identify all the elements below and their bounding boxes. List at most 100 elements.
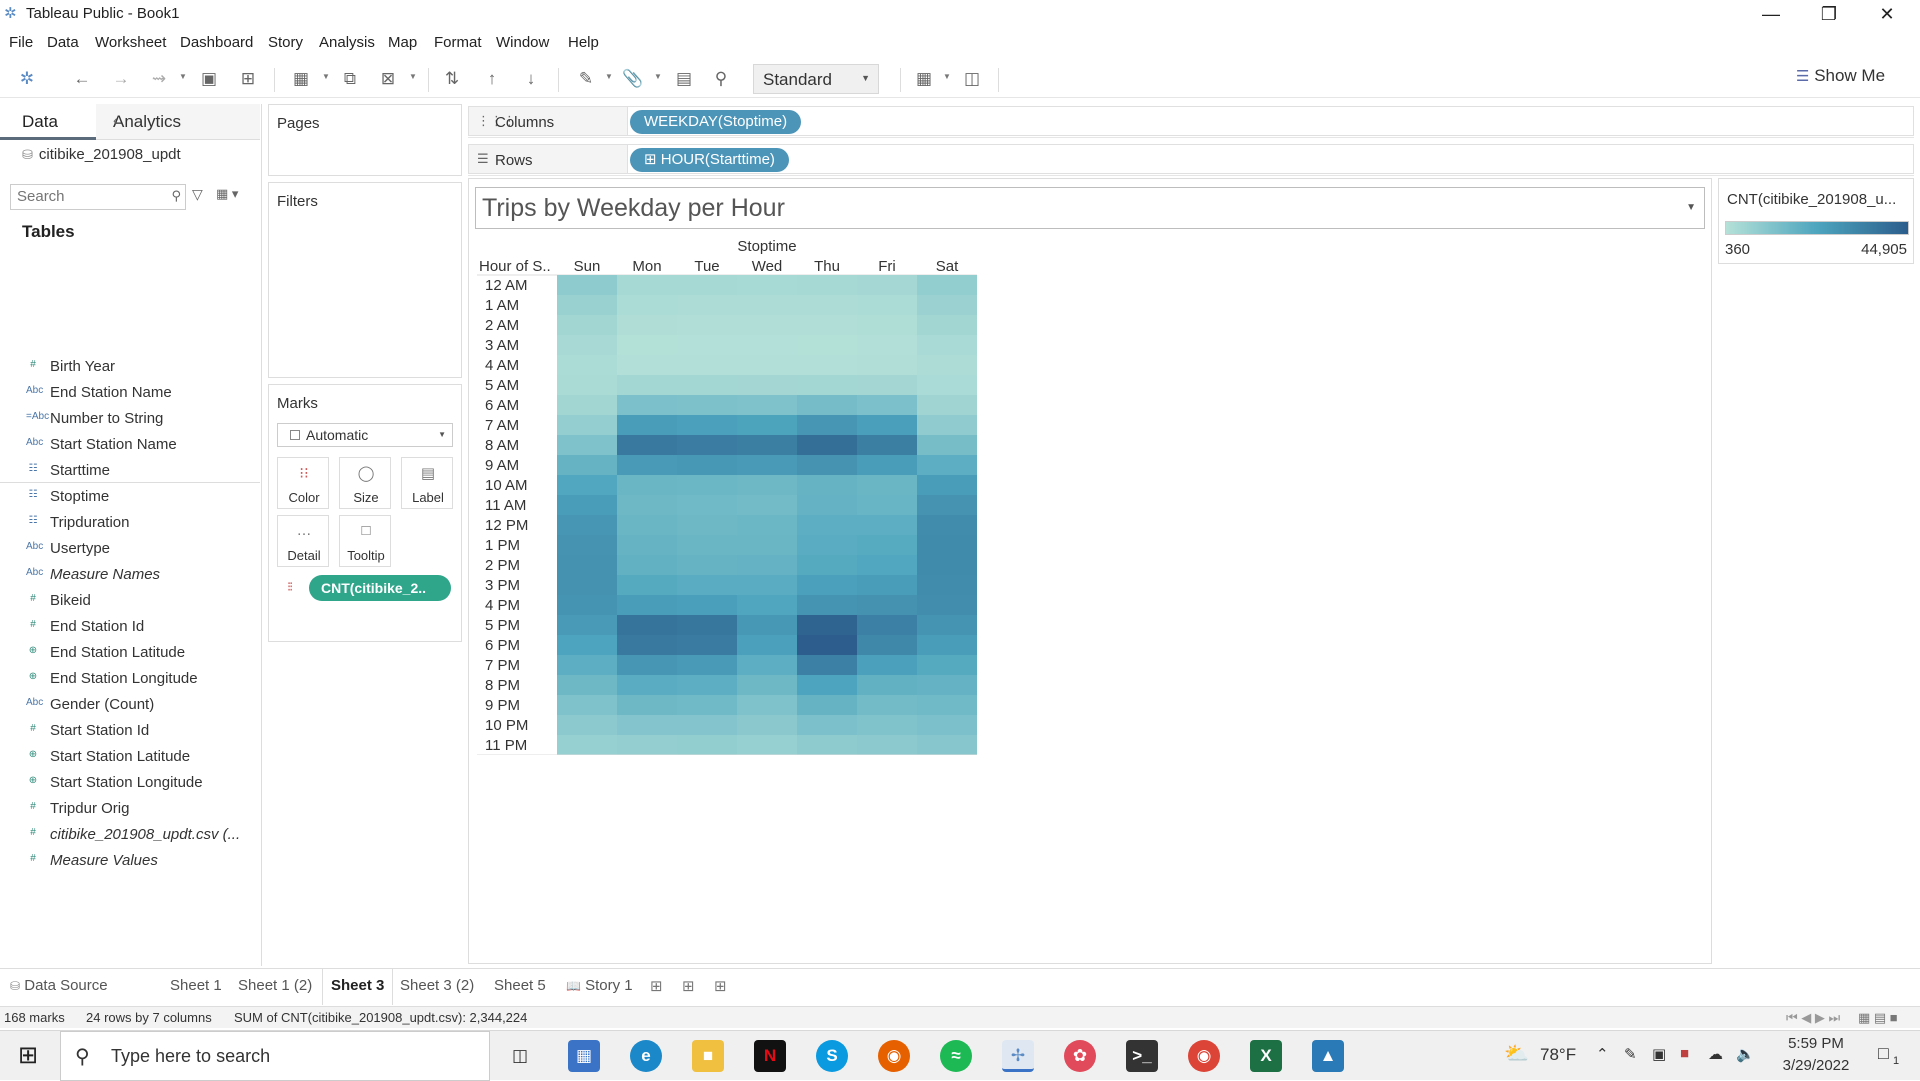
- heatmap-cell[interactable]: [737, 455, 797, 475]
- field-item[interactable]: ☷ Tripduration: [0, 510, 260, 536]
- menu-map[interactable]: Map: [388, 34, 417, 51]
- heatmap-cell[interactable]: [737, 715, 797, 735]
- heatmap-cell[interactable]: [797, 475, 857, 495]
- heatmap-cell[interactable]: [857, 555, 917, 575]
- field-item[interactable]: ⊕ End Station Latitude: [0, 640, 260, 666]
- edge-browser-icon[interactable]: e: [630, 1040, 662, 1072]
- heatmap-cell[interactable]: [917, 435, 977, 455]
- heatmap-cell[interactable]: [917, 455, 977, 475]
- tab-data[interactable]: Data: [0, 104, 96, 140]
- heatmap-cell[interactable]: [857, 615, 917, 635]
- heatmap-cell[interactable]: [917, 355, 977, 375]
- heatmap-cell[interactable]: [617, 615, 677, 635]
- weather-temp[interactable]: 78°F: [1540, 1045, 1576, 1065]
- replay-caret-icon[interactable]: ▼: [179, 72, 187, 81]
- sheet-tab[interactable]: Sheet 1 (2): [238, 977, 312, 994]
- heatmap-cell[interactable]: [557, 455, 617, 475]
- microsoft-store-icon[interactable]: ▦: [568, 1040, 600, 1072]
- heatmap-cell[interactable]: [857, 515, 917, 535]
- heatmap-cell[interactable]: [917, 495, 977, 515]
- chrome-icon[interactable]: ◉: [1188, 1040, 1220, 1072]
- heatmap-cell[interactable]: [617, 315, 677, 335]
- viz-area[interactable]: Trips by Weekday per Hour ▼ Stoptime Hour…: [468, 178, 1712, 964]
- heatmap-cell[interactable]: [677, 615, 737, 635]
- pages-card[interactable]: Pages: [268, 104, 462, 176]
- heatmap-cell[interactable]: [917, 335, 977, 355]
- viz-title-box[interactable]: Trips by Weekday per Hour ▼: [475, 187, 1705, 229]
- task-view-icon[interactable]: ◫: [504, 1040, 536, 1072]
- story-tab[interactable]: 📖 Story 1: [566, 977, 633, 994]
- menu-story[interactable]: Story: [268, 34, 303, 51]
- heatmap-cell[interactable]: [557, 475, 617, 495]
- heatmap-cell[interactable]: [617, 335, 677, 355]
- heatmap-cell[interactable]: [737, 615, 797, 635]
- heatmap-cell[interactable]: [857, 735, 917, 755]
- field-search[interactable]: ⚲: [10, 184, 186, 210]
- heatmap-cell[interactable]: [617, 415, 677, 435]
- heatmap-cell[interactable]: [737, 395, 797, 415]
- heatmap-cell[interactable]: [677, 395, 737, 415]
- filters-card[interactable]: Filters: [268, 182, 462, 378]
- heatmap-cell[interactable]: [617, 575, 677, 595]
- menu-dashboard[interactable]: Dashboard: [180, 34, 253, 51]
- nav-first-icon[interactable]: ⏮ ◀ ▶ ⏭: [1786, 1010, 1840, 1026]
- field-item[interactable]: ⊕ Start Station Latitude: [0, 744, 260, 770]
- heatmap-cell[interactable]: [797, 495, 857, 515]
- onedrive-icon[interactable]: ☁: [1708, 1045, 1723, 1063]
- heatmap-cell[interactable]: [797, 575, 857, 595]
- heatmap-cell[interactable]: [617, 275, 677, 295]
- heatmap-cell[interactable]: [857, 335, 917, 355]
- show-mark-labels-icon[interactable]: ▤: [673, 68, 695, 90]
- heatmap-cell[interactable]: [917, 615, 977, 635]
- fix-axes-icon[interactable]: ⚲: [710, 68, 732, 90]
- menu-data[interactable]: Data: [47, 34, 79, 51]
- field-search-input[interactable]: [17, 188, 157, 205]
- heatmap-cell[interactable]: [677, 295, 737, 315]
- swap-rows-columns-icon[interactable]: ⇅: [441, 68, 463, 90]
- heatmap-cell[interactable]: [797, 295, 857, 315]
- heatmap-cell[interactable]: [857, 455, 917, 475]
- heatmap-cell[interactable]: [797, 735, 857, 755]
- new-dashboard-icon[interactable]: ⊞: [682, 977, 695, 995]
- heatmap-cell[interactable]: [617, 435, 677, 455]
- field-item[interactable]: Abc Start Station Name: [0, 432, 260, 458]
- show-cards-icon[interactable]: ▦: [913, 68, 935, 90]
- heatmap-cell[interactable]: [557, 615, 617, 635]
- heatmap-cell[interactable]: [797, 455, 857, 475]
- heatmap-cell[interactable]: [617, 695, 677, 715]
- heatmap-cell[interactable]: [557, 515, 617, 535]
- heatmap-cell[interactable]: [677, 635, 737, 655]
- heatmap-cell[interactable]: [857, 715, 917, 735]
- heatmap-cell[interactable]: [797, 335, 857, 355]
- sheet-tab[interactable]: Sheet 3 (2): [400, 977, 474, 994]
- heatmap-cell[interactable]: [917, 295, 977, 315]
- heatmap-cell[interactable]: [557, 495, 617, 515]
- heatmap-cell[interactable]: [797, 635, 857, 655]
- heatmap-cell[interactable]: [617, 375, 677, 395]
- sort-ascending-icon[interactable]: ↑: [481, 68, 503, 90]
- field-item[interactable]: # Tripdur Orig: [0, 796, 260, 822]
- label-button[interactable]: ▤ Label: [401, 457, 453, 509]
- field-item[interactable]: # citibike_201908_updt.csv (...: [0, 822, 260, 848]
- excel-icon[interactable]: X: [1250, 1040, 1282, 1072]
- heatmap-cell[interactable]: [617, 395, 677, 415]
- heatmap-cell[interactable]: [857, 355, 917, 375]
- tableau-taskbar-icon[interactable]: ✢: [1002, 1040, 1034, 1072]
- heatmap-cell[interactable]: [677, 515, 737, 535]
- heatmap-cell[interactable]: [617, 535, 677, 555]
- heatmap-cell[interactable]: [677, 535, 737, 555]
- heatmap-cell[interactable]: [617, 495, 677, 515]
- duplicate-sheet-icon[interactable]: ⧉: [339, 68, 361, 90]
- heatmap-cell[interactable]: [617, 675, 677, 695]
- sheet-tab-active[interactable]: Sheet 3: [322, 969, 394, 1005]
- heatmap-cell[interactable]: [617, 295, 677, 315]
- tab-analytics[interactable]: Analytics ‹: [96, 104, 260, 140]
- heatmap-cell[interactable]: [737, 355, 797, 375]
- measure-pill[interactable]: CNT(citibike_2..: [309, 575, 451, 601]
- field-item[interactable]: # Bikeid: [0, 588, 260, 614]
- field-item[interactable]: =Abc Number to String: [0, 406, 260, 432]
- sheet-tab[interactable]: Sheet 1: [170, 977, 222, 994]
- heatmap-cell[interactable]: [857, 415, 917, 435]
- new-datasource-icon[interactable]: ⊞: [237, 68, 259, 90]
- heatmap-cell[interactable]: [557, 295, 617, 315]
